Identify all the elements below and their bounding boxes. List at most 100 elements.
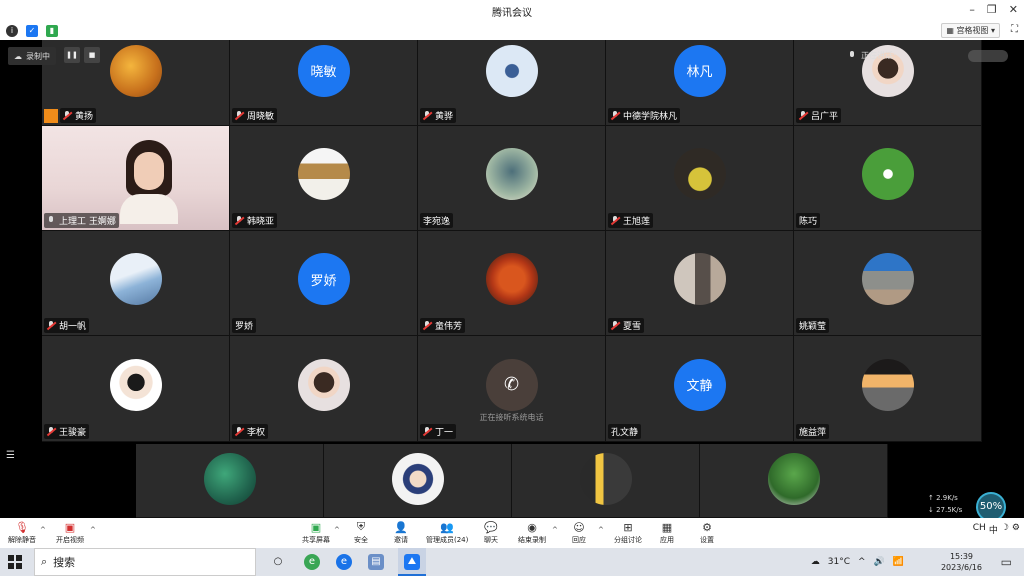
tencent-meeting-taskbar-button[interactable]: ⛰: [398, 548, 426, 576]
share-screen-button[interactable]: ▣ 共享屏幕: [302, 521, 330, 545]
avatar: [861, 358, 914, 411]
avatar: [861, 253, 914, 305]
start-video-button[interactable]: ▣ 开启视频: [56, 521, 84, 545]
notification-icon[interactable]: ▭: [1001, 555, 1012, 569]
avatar: [485, 148, 538, 200]
participant-tile[interactable]: 文静孔文静: [606, 336, 794, 442]
participant-tile[interactable]: 王旭莲: [606, 126, 794, 231]
audio-options-caret[interactable]: ^: [40, 526, 46, 534]
temperature[interactable]: 31°C: [828, 557, 850, 567]
participant-tile[interactable]: 罗娇 罗娇: [230, 231, 418, 336]
participant-tile[interactable]: ✆ 正在接听系统电话 丁一: [418, 336, 606, 442]
react-button[interactable]: ☺ 回应: [572, 521, 586, 545]
avatar: 文静: [673, 358, 726, 411]
participant-label: 王骏豪: [44, 424, 90, 439]
view-mode-dropdown[interactable]: ▦ 宫格视图 ▾: [941, 23, 1000, 38]
manage-members-button[interactable]: 👥 管理成员(24): [426, 521, 468, 545]
task-view-icon[interactable]: ○: [270, 554, 286, 570]
pause-recording-button[interactable]: ❚❚: [64, 47, 80, 63]
floating-controls[interactable]: [968, 50, 1008, 62]
participant-name: 周晓敏: [247, 112, 275, 122]
ime-mode[interactable]: 中: [989, 523, 998, 536]
security-button[interactable]: ⛨ 安全: [354, 520, 368, 545]
participant-tile[interactable]: 陈巧: [794, 126, 982, 231]
download-speed: ↓ 27.5K/s: [928, 506, 963, 514]
mic-muted-icon: 🎙: [15, 520, 29, 534]
avatar: [767, 452, 820, 505]
tencent-meeting-window: 腾讯会议 – ❐ ✕ i ✓ ▮ ▦ 宫格视图 ▾ ⛶ 黄扬 晓敏 周晓敏 黄骅 林凡中…: [0, 0, 1024, 576]
avatar: [485, 253, 538, 305]
close-icon[interactable]: ✕: [1009, 3, 1018, 16]
end-recording-button[interactable]: ◉ 结束录制: [518, 521, 546, 545]
invite-button[interactable]: 👤 邀请: [394, 521, 408, 545]
participant-tile[interactable]: 夏雪: [606, 231, 794, 336]
shield-icon[interactable]: ✓: [26, 25, 38, 37]
participant-tile[interactable]: 胡一帆: [42, 231, 230, 336]
app-icon[interactable]: ▤: [368, 554, 384, 570]
speaking-indicator: 正在讲话:: [848, 50, 896, 61]
windows-start-icon[interactable]: [8, 555, 22, 569]
settings-button[interactable]: ⚙ 设置: [700, 521, 714, 545]
participant-label: 施益萍: [796, 424, 830, 439]
browser-360-icon[interactable]: e: [304, 554, 320, 570]
participant-tile[interactable]: [136, 444, 324, 518]
meeting-toolbar: 🎙 解除静音 ^ ▣ 开启视频 ^ ▣ 共享屏幕 ^ ⛨ 安全 👤 邀请 👥 管…: [0, 518, 1024, 548]
restore-icon[interactable]: ❐: [987, 3, 997, 16]
participant-tile[interactable]: 李宛逸: [418, 126, 606, 231]
volume-icon[interactable]: 🔊: [874, 557, 885, 567]
participant-label: 黄骅: [420, 108, 457, 123]
video-options-caret[interactable]: ^: [90, 526, 96, 534]
mic-muted-icon: [799, 111, 808, 120]
participant-tile[interactable]: 黄骅: [418, 40, 606, 126]
signal-icon[interactable]: ▮: [46, 25, 58, 37]
member-list-icon[interactable]: ☰: [6, 450, 15, 461]
participant-name: 李权: [247, 428, 266, 438]
ime-gear-icon[interactable]: ⚙: [1012, 523, 1020, 536]
participant-tile[interactable]: [324, 444, 512, 518]
stop-recording-button[interactable]: ■: [84, 47, 100, 63]
participant-tile[interactable]: 晓敏 周晓敏: [230, 40, 418, 126]
edge-icon[interactable]: e: [336, 554, 352, 570]
participant-tile[interactable]: 王骏豪: [42, 336, 230, 442]
react-options-caret[interactable]: ^: [598, 526, 604, 534]
security-label: 安全: [354, 536, 368, 544]
share-options-caret[interactable]: ^: [334, 526, 340, 534]
mic-icon: [47, 216, 56, 225]
participant-label: 李权: [232, 424, 269, 439]
breakout-button[interactable]: ⊞ 分组讨论: [614, 521, 642, 545]
chat-icon: 💬: [484, 520, 498, 534]
ime-moon-icon[interactable]: ☽: [1001, 523, 1009, 536]
participant-label: 李宛逸: [420, 213, 454, 228]
mic-muted-icon: [235, 111, 244, 120]
unmute-button[interactable]: 🎙 解除静音: [8, 521, 36, 545]
minimize-icon[interactable]: –: [969, 3, 975, 16]
ime-lang[interactable]: CH: [973, 523, 986, 536]
weather-icon[interactable]: ☁: [811, 557, 820, 567]
ime-toolbar[interactable]: CH 中 ☽ ⚙: [973, 523, 1020, 536]
participant-tile[interactable]: 童伟芳: [418, 231, 606, 336]
participant-label: 孔文静: [608, 424, 642, 439]
participant-name: 罗娇: [235, 322, 254, 332]
participant-tile[interactable]: 李权: [230, 336, 418, 442]
participant-tile[interactable]: 韩晓亚: [230, 126, 418, 231]
participant-tile[interactable]: 施益萍: [794, 336, 982, 442]
avatar: 林凡: [673, 44, 726, 97]
network-icon[interactable]: 📶: [893, 557, 904, 567]
chat-button[interactable]: 💬 聊天: [484, 521, 498, 545]
avatar: 罗娇: [297, 253, 350, 305]
recording-options-caret[interactable]: ^: [552, 526, 558, 534]
participant-tile[interactable]: 上理工 王婀娜: [42, 126, 230, 231]
participant-tile[interactable]: [512, 444, 700, 518]
participant-tile[interactable]: 姚颖莹: [794, 231, 982, 336]
participant-tile[interactable]: [700, 444, 888, 518]
fullscreen-icon[interactable]: ⛶: [1011, 24, 1018, 35]
mic-icon: [848, 51, 857, 60]
tray-up-icon[interactable]: ^: [858, 557, 866, 567]
apps-button[interactable]: ▦ 应用: [660, 521, 674, 545]
speaking-label: 正在讲话:: [861, 51, 896, 60]
avatar: [673, 148, 726, 200]
clock[interactable]: 15:39 2023/6/16: [941, 551, 982, 573]
taskbar-search[interactable]: ⌕ 搜索: [34, 548, 256, 576]
participant-tile[interactable]: 林凡 中德学院林凡: [606, 40, 794, 126]
info-icon[interactable]: i: [6, 25, 18, 37]
